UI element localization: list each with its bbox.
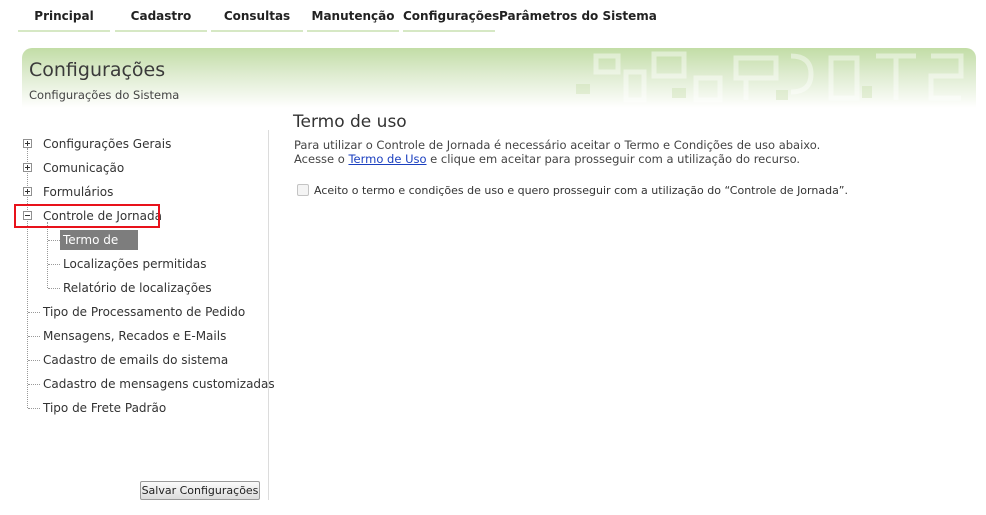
description-line-2: Acesse o Termo de Uso e clique em aceita… [294,152,974,166]
tree-connector [28,360,40,361]
tree-connector [28,408,40,409]
expand-plus-icon[interactable] [23,187,32,196]
tree-item-configuracoes-gerais[interactable]: Configurações Gerais [43,134,171,154]
tree-item-tipo-processamento-pedido[interactable]: Tipo de Processamento de Pedido [43,302,245,322]
tree-item-formularios[interactable]: Formulários [43,182,113,202]
page-title: Configurações [29,59,166,81]
sidebar-divider [268,130,269,500]
tree-connector [47,222,48,288]
line2-suffix: e clique em aceitar para prosseguir com … [426,152,801,166]
tree-connector [28,336,40,337]
terms-of-use-link[interactable]: Termo de Uso [348,152,426,166]
tree-connector [48,288,60,289]
expand-plus-icon[interactable] [23,163,32,172]
tree-item-termo-de-uso-selected[interactable]: Termo de uso [60,230,138,267]
tree-item-cadastro-emails-sistema[interactable]: Cadastro de emails do sistema [43,350,228,370]
content-title: Termo de uso [293,112,407,132]
expand-plus-icon[interactable] [23,139,32,148]
line2-prefix: Acesse o [294,152,349,166]
nav-cadastro[interactable]: Cadastro [115,0,207,32]
content-description: Para utilizar o Controle de Jornada é ne… [294,138,974,166]
tree-connector [28,312,40,313]
nav-parametros-sistema[interactable]: Parâmetros do Sistema [499,0,657,30]
tree-item-mensagens-recados-emails[interactable]: Mensagens, Recados e E-Mails [43,326,226,346]
tree-connector [28,384,40,385]
description-line-1: Para utilizar o Controle de Jornada é ne… [294,138,821,152]
tree-item-localizacoes-permitidas[interactable]: Localizações permitidas [63,254,206,274]
tree-item-cadastro-mensagens-customizadas[interactable]: Cadastro de mensagens customizadas [43,374,275,394]
tree-item-comunicacao[interactable]: Comunicação [43,158,124,178]
page-subtitle: Configurações do Sistema [29,88,180,102]
tree-item-tipo-frete-padrao[interactable]: Tipo de Frete Padrão [43,398,166,418]
tree-connector [48,240,60,241]
accept-terms-checkbox[interactable] [297,184,309,196]
annotation-highlight-box [14,204,160,228]
save-settings-button[interactable]: Salvar Configurações [140,481,260,500]
nav-manutencao[interactable]: Manutenção [307,0,399,32]
tree-item-relatorio-localizacoes[interactable]: Relatório de localizações [63,278,212,298]
nav-principal[interactable]: Principal [18,0,110,32]
nav-consultas[interactable]: Consultas [211,0,303,32]
accept-terms-label[interactable]: Aceito o termo e condições de uso e quer… [314,184,848,197]
header-decoration-pattern [576,51,964,103]
tree-connector [48,264,60,265]
nav-configuracoes[interactable]: Configurações [403,0,499,32]
